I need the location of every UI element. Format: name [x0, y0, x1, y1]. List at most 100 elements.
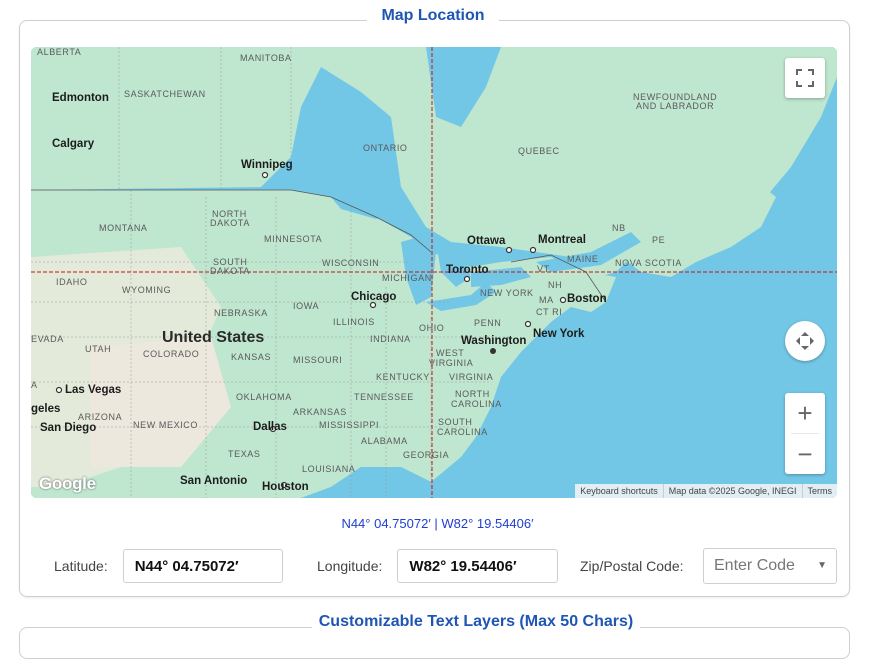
map-data-text: Map data ©2025 Google, INEGI [662, 484, 802, 498]
label-united-states: United States [162, 329, 265, 346]
city-new-york: New York [533, 328, 585, 340]
city-los-angeles: geles [31, 403, 61, 415]
city-las-vegas: Las Vegas [65, 384, 122, 396]
label-kansas: KANSAS [231, 352, 272, 362]
city-toronto: Toronto [446, 264, 489, 276]
label-mississippi: MISSISSIPPI [319, 420, 380, 430]
label-alberta: ALBERTA [37, 47, 82, 57]
label-saskatchewan: SASKATCHEWAN [124, 89, 206, 99]
section-title: Map Location [367, 4, 499, 28]
latitude-row: Latitude: N44° 04.75072′ [54, 548, 283, 584]
label-north-carolina-2: CAROLINA [451, 399, 502, 409]
label-virginia: VIRGINIA [449, 372, 494, 382]
city-houston: Houston [262, 481, 309, 493]
label-nevada: EVADA [31, 334, 64, 344]
zip-placeholder: Enter Code [714, 557, 795, 574]
label-south-carolina-1: SOUTH [438, 417, 473, 427]
zoom-in-button[interactable]: + [785, 393, 825, 433]
city-ottawa: Ottawa [467, 235, 506, 247]
label-a-edge: A [31, 380, 38, 390]
label-nebraska: NEBRASKA [214, 308, 268, 318]
label-michigan: MICHIGAN [382, 273, 432, 283]
label-minnesota: MINNESOTA [264, 234, 323, 244]
fullscreen-button[interactable] [785, 58, 825, 98]
label-maine: MAINE [567, 254, 599, 264]
label-arizona: ARIZONA [78, 412, 123, 422]
dropdown-arrow-icon: ▼ [817, 560, 827, 571]
latitude-label: Latitude: [54, 558, 108, 574]
label-wisconsin: WISCONSIN [322, 258, 380, 268]
label-georgia: GEORGIA [403, 450, 450, 460]
label-illinois: ILLINOIS [333, 317, 375, 327]
label-wyoming: WYOMING [122, 285, 172, 295]
label-louisiana: LOUISIANA [302, 464, 356, 474]
city-edmonton: Edmonton [52, 92, 109, 104]
label-new-york-state: NEW YORK [480, 288, 534, 298]
next-section-title: Customizable Text Layers (Max 50 Chars) [312, 610, 640, 634]
city-montreal: Montreal [538, 234, 586, 246]
label-kentucky: KENTUCKY [376, 372, 430, 382]
zip-row: Zip/Postal Code: [580, 548, 684, 584]
label-iowa: IOWA [293, 301, 320, 311]
label-texas: TEXAS [228, 449, 261, 459]
minus-icon: − [797, 438, 813, 469]
keyboard-shortcuts-link[interactable]: Keyboard shortcuts [575, 484, 663, 498]
label-ohio: OHIO [419, 323, 445, 333]
label-oklahoma: OKLAHOMA [236, 392, 292, 402]
label-colorado: COLORADO [143, 349, 200, 359]
label-ct-ri: CT RI [536, 307, 563, 317]
label-south-carolina-2: CAROLINA [437, 427, 488, 437]
zoom-control: + − [785, 393, 825, 474]
zip-label: Zip/Postal Code: [580, 558, 684, 574]
map-attribution: Keyboard shortcuts Map data ©2025 Google… [575, 484, 837, 498]
label-montana: MONTANA [99, 223, 148, 233]
label-vt: VT [537, 264, 550, 274]
terms-link[interactable]: Terms [801, 484, 838, 498]
city-winnipeg: Winnipeg [241, 159, 293, 171]
label-idaho: IDAHO [56, 277, 88, 287]
label-ma: MA [539, 295, 554, 305]
fullscreen-icon [796, 69, 814, 87]
pan-control-button[interactable] [785, 321, 825, 361]
label-quebec: QUEBEC [518, 146, 560, 156]
label-utah: UTAH [85, 344, 112, 354]
longitude-label: Longitude: [317, 558, 383, 574]
label-nb: NB [612, 223, 626, 233]
city-dallas: Dallas [253, 421, 287, 433]
label-nh: NH [548, 280, 563, 290]
city-san-antonio: San Antonio [180, 475, 248, 487]
zoom-out-button[interactable]: − [785, 434, 825, 474]
longitude-row: Longitude: W82° 19.54406′ [317, 548, 559, 584]
map-view[interactable]: ALBERTA MANITOBA SASKATCHEWAN ONTARIO QU… [31, 47, 837, 498]
map-canvas [31, 47, 837, 498]
label-north-dakota-2: DAKOTA [210, 218, 250, 228]
latitude-input[interactable]: N44° 04.75072′ [122, 549, 283, 583]
label-arkansas: ARKANSAS [293, 407, 347, 417]
city-san-diego: San Diego [40, 422, 97, 434]
label-west-virginia-2: VIRGINIA [429, 358, 474, 368]
zip-code-select[interactable]: Enter Code ▼ [703, 548, 837, 584]
label-indiana: INDIANA [370, 334, 411, 344]
label-manitoba: MANITOBA [240, 53, 292, 63]
plus-icon: + [797, 397, 813, 428]
label-west-virginia-1: WEST [436, 348, 465, 358]
label-alabama: ALABAMA [361, 436, 408, 446]
label-nova-scotia: NOVA SCOTIA [615, 258, 682, 268]
label-pe: PE [652, 235, 666, 245]
city-washington: Washington [461, 335, 527, 347]
city-chicago: Chicago [351, 291, 397, 303]
longitude-input[interactable]: W82° 19.54406′ [397, 549, 559, 583]
google-logo: Google [39, 474, 96, 493]
city-boston: Boston [567, 293, 607, 305]
pan-arrows-icon [796, 332, 814, 350]
label-north-carolina-1: NORTH [455, 389, 490, 399]
coordinates-readout: N44° 04.75072′ | W82° 19.54406′ [341, 516, 534, 531]
city-calgary: Calgary [52, 138, 95, 150]
label-south-dakota-2: DAKOTA [210, 266, 250, 276]
label-penn: PENN [474, 318, 502, 328]
label-tennessee: TENNESSEE [354, 392, 414, 402]
label-new-mexico: NEW MEXICO [133, 420, 199, 430]
label-ontario: ONTARIO [363, 143, 408, 153]
label-labrador: AND LABRADOR [636, 101, 715, 111]
label-missouri: MISSOURI [293, 355, 343, 365]
